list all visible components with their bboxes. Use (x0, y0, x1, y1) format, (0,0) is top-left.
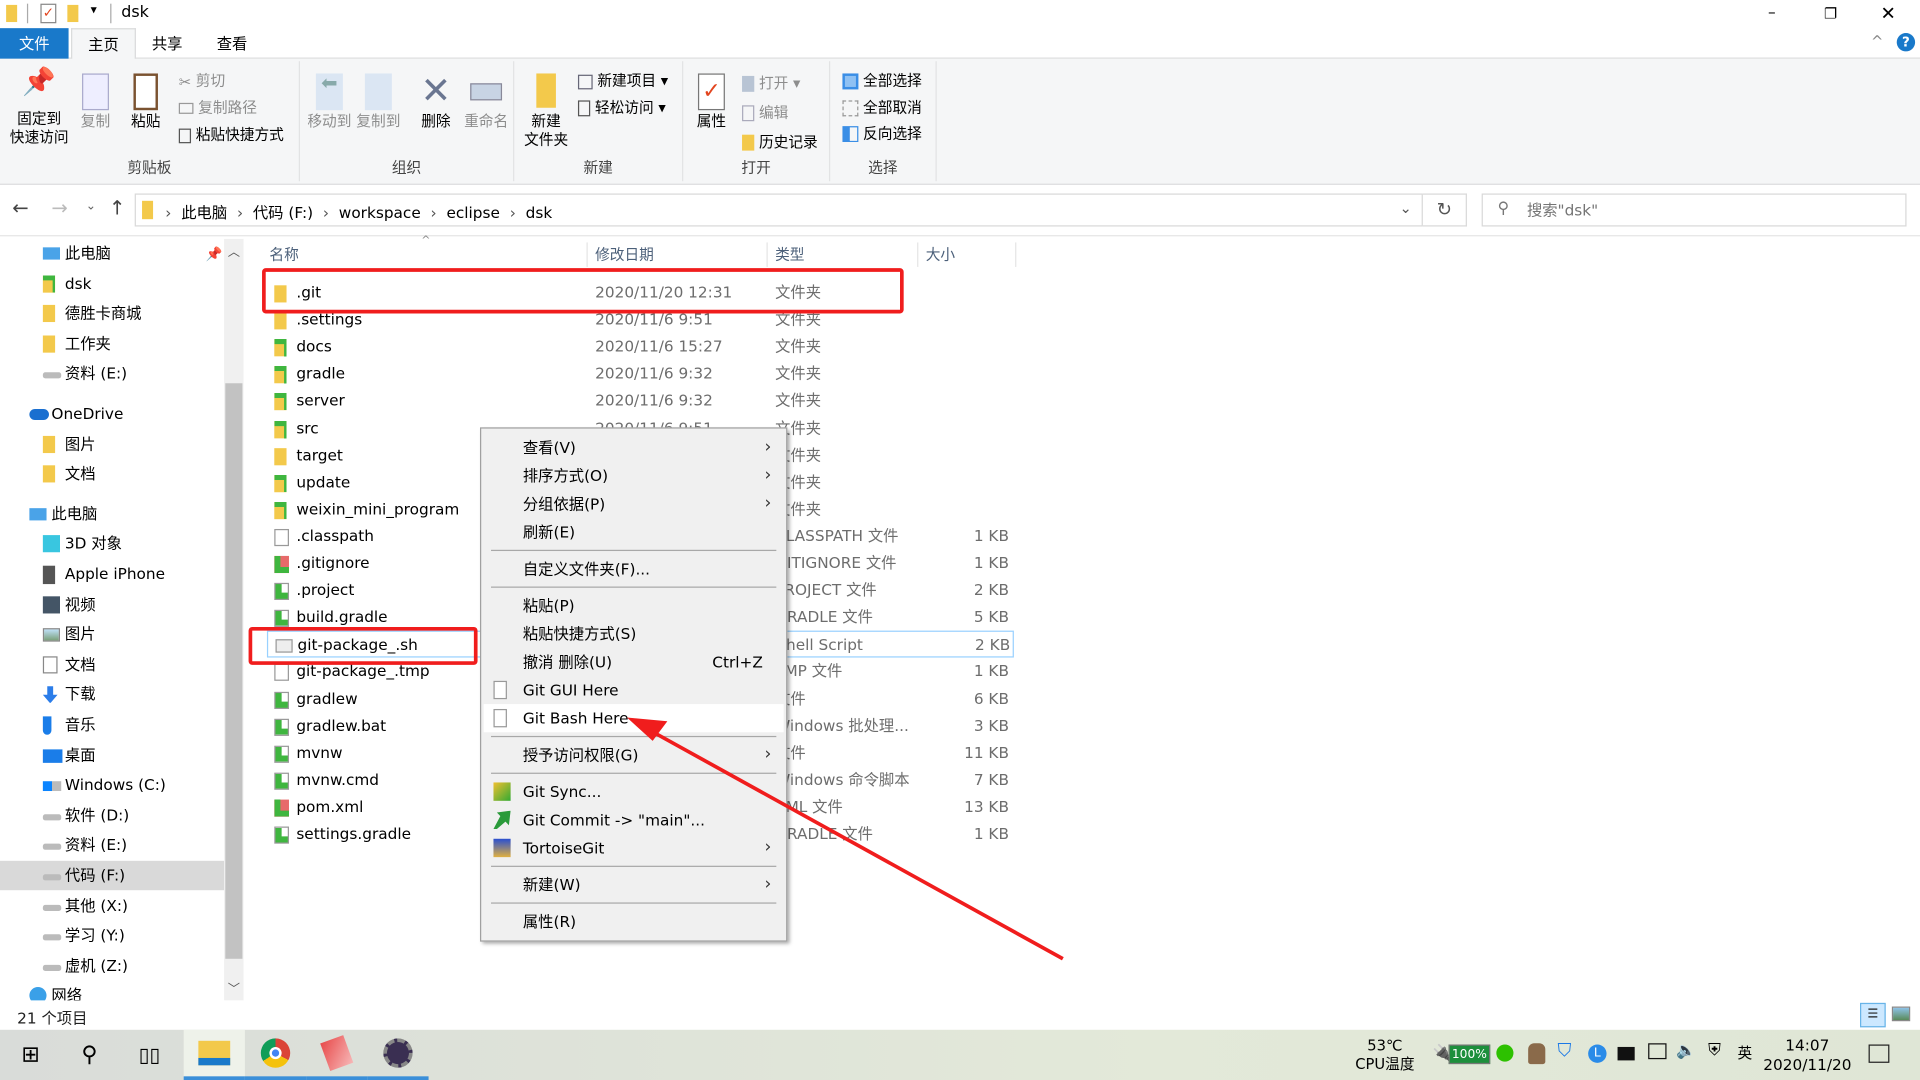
cpu-temp-label: CPU温度 (1355, 1055, 1415, 1073)
l-app-icon[interactable]: L (1588, 1044, 1607, 1063)
chrome-icon (260, 1038, 291, 1068)
notepad-icon (320, 1035, 354, 1072)
clock[interactable]: 14:07 2020/11/20 (1763, 1036, 1851, 1075)
battery-device-icon[interactable] (1617, 1046, 1635, 1061)
cpu-temp: 53℃ (1367, 1037, 1403, 1055)
large-icons-view-icon[interactable] (1891, 1006, 1911, 1022)
details-view-icon[interactable]: ☰ (1860, 1002, 1886, 1028)
search-icon: ⚲ (81, 1042, 98, 1068)
app-tray-icon[interactable] (1528, 1043, 1546, 1065)
windows-logo-icon: ⊞ (21, 1042, 40, 1068)
start-button[interactable]: ⊞ (0, 1030, 61, 1080)
annotation-arrow (626, 717, 1064, 961)
input-method-indicator[interactable]: 英 (1738, 1044, 1753, 1062)
editor-taskbar[interactable] (306, 1030, 368, 1080)
clock-date: 2020/11/20 (1763, 1055, 1852, 1074)
file-explorer-icon (198, 1040, 231, 1066)
wechat-icon[interactable] (1496, 1044, 1514, 1062)
taskbar: ⊞ ⚲ ▯▯ 53℃ CPU温度 🔌 100% ⛉ L 🔈 ⛨ 英 14:07 20… (0, 1029, 1920, 1080)
battery-indicator[interactable]: 100% (1448, 1044, 1491, 1065)
security-shield-icon[interactable]: ⛉ (1558, 1041, 1572, 1060)
status-bar: 21 个项目 ☰ (0, 1002, 1920, 1029)
eclipse-ide-icon (383, 1038, 413, 1068)
file-explorer-taskbar[interactable] (183, 1029, 245, 1080)
defender-icon[interactable]: ⛨ (1708, 1041, 1721, 1060)
task-view-icon: ▯▯ (138, 1043, 161, 1067)
volume-icon[interactable]: 🔈 (1676, 1042, 1696, 1060)
chrome-taskbar[interactable] (244, 1030, 307, 1080)
search-taskbar-button[interactable]: ⚲ (59, 1030, 120, 1080)
item-count: 21 个项目 (17, 1008, 88, 1028)
task-view-button[interactable]: ▯▯ (119, 1030, 180, 1080)
eclipse-taskbar[interactable] (367, 1030, 429, 1080)
network-icon[interactable] (1648, 1043, 1667, 1060)
arrow-shaft (648, 728, 1064, 961)
clock-time: 14:07 (1785, 1035, 1830, 1055)
action-center-icon[interactable] (1868, 1044, 1890, 1063)
cpu-temp-widget[interactable]: 53℃ CPU温度 (1352, 1037, 1418, 1074)
